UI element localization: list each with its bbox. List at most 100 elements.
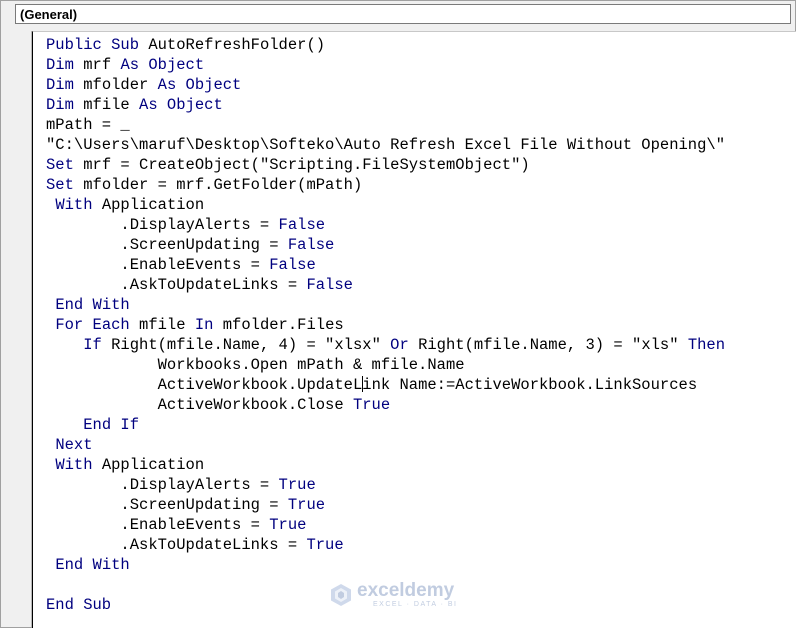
code-line[interactable]: mPath = _	[46, 115, 725, 135]
code-keyword: True	[278, 476, 316, 494]
code-token: mrf = CreateObject("Scripting.FileSystem…	[83, 156, 530, 174]
code-keyword: As Object	[120, 56, 205, 74]
code-token: "C:\Users\maruf\Desktop\Softeko\Auto Ref…	[46, 136, 726, 154]
code-keyword: As Object	[157, 76, 242, 94]
code-keyword: False	[269, 256, 316, 274]
code-token: .AskToUpdateLinks =	[46, 536, 307, 554]
code-line[interactable]: .AskToUpdateLinks = True	[46, 535, 725, 555]
code-keyword: In	[194, 316, 223, 334]
code-token: .AskToUpdateLinks =	[46, 276, 307, 294]
code-line[interactable]: With Application	[46, 455, 725, 475]
code-line[interactable]: End With	[46, 555, 725, 575]
code-token: Workbooks.Open mPath & mfile.Name	[46, 356, 465, 374]
code-keyword: False	[278, 216, 326, 234]
code-keyword: False	[306, 276, 353, 294]
code-token: mfile	[83, 96, 140, 114]
margin-indicator-bar[interactable]	[7, 31, 32, 627]
code-line[interactable]: .ScreenUpdating = False	[46, 235, 725, 255]
code-keyword: True	[287, 496, 326, 514]
code-token: Application	[101, 196, 205, 214]
code-keyword: Dim	[46, 56, 84, 74]
code-editor[interactable]: Public Sub AutoRefreshFolder() Dim mrf As…	[32, 31, 796, 628]
code-keyword: Dim	[46, 96, 84, 114]
code-line[interactable]: .DisplayAlerts = True	[46, 475, 725, 495]
code-line[interactable]: .DisplayAlerts = False	[46, 215, 725, 235]
code-token: mPath = _	[46, 116, 130, 134]
code-keyword: End With	[55, 556, 130, 574]
code-keyword: Next	[55, 436, 93, 454]
code-line[interactable]: If Right(mfile.Name, 4) = "xlsx" Or Righ…	[46, 335, 725, 355]
code-line[interactable]: Set mfolder = mrf.GetFolder(mPath)	[46, 175, 725, 195]
code-token: ink Name:=ActiveWorkbook.LinkSources	[362, 376, 698, 394]
code-line[interactable]: ActiveWorkbook.UpdateLink Name:=ActiveWo…	[46, 375, 725, 395]
code-keyword: False	[287, 236, 335, 254]
code-keyword: Dim	[46, 76, 84, 94]
code-line[interactable]: For Each mfile In mfolder.Files	[46, 315, 725, 335]
code-token: .EnableEvents =	[46, 256, 270, 274]
code-line[interactable]: Workbooks.Open mPath & mfile.Name	[46, 355, 725, 375]
code-line[interactable]: Public Sub AutoRefreshFolder()	[46, 35, 725, 55]
code-line[interactable]: .AskToUpdateLinks = False	[46, 275, 725, 295]
code-keyword: Set	[46, 176, 84, 194]
code-line[interactable]: ActiveWorkbook.Close True	[46, 395, 725, 415]
code-line[interactable]: End If	[46, 415, 725, 435]
object-dropdown-value: (General)	[20, 7, 78, 22]
code-keyword: With	[55, 196, 102, 214]
watermark: exceldemy EXCEL · DATA · BI	[329, 581, 458, 609]
code-keyword: If	[83, 336, 112, 354]
code-keyword: Set	[46, 156, 84, 174]
code-token: mfolder = mrf.GetFolder(mPath)	[83, 176, 363, 194]
code-text[interactable]: Public Sub AutoRefreshFolder() Dim mrf As…	[46, 35, 725, 615]
code-line[interactable]: With Application	[46, 195, 725, 215]
object-dropdown[interactable]: (General)	[15, 4, 791, 24]
code-token: ActiveWorkbook.UpdateL	[46, 376, 363, 394]
code-keyword: For Each	[55, 316, 140, 334]
watermark-tagline: EXCEL · DATA · BI	[373, 601, 458, 608]
code-line[interactable]: Dim mfolder As Object	[46, 75, 725, 95]
code-line[interactable]: .ScreenUpdating = True	[46, 495, 725, 515]
watermark-name: exceldemy	[357, 580, 455, 601]
code-line[interactable]: Next	[46, 435, 725, 455]
code-token: Right(mfile.Name, 3) = "xls"	[418, 336, 688, 354]
code-keyword: With	[55, 456, 102, 474]
code-keyword: End With	[55, 296, 130, 314]
exceldemy-logo-icon	[331, 584, 351, 606]
vba-code-window: (General) Public Sub AutoRefreshFolder()…	[0, 0, 796, 628]
code-line[interactable]: .EnableEvents = True	[46, 515, 725, 535]
code-token: mfolder.Files	[222, 316, 344, 334]
code-keyword: True	[352, 396, 391, 414]
code-keyword: True	[269, 516, 307, 534]
code-token: AutoRefreshFolder()	[148, 36, 326, 54]
code-token: ActiveWorkbook.Close	[46, 396, 353, 414]
code-keyword: End Sub	[46, 596, 112, 614]
code-token: Application	[101, 456, 205, 474]
code-line[interactable]: End With	[46, 295, 725, 315]
code-line[interactable]: Dim mfile As Object	[46, 95, 725, 115]
code-token: .EnableEvents =	[46, 516, 270, 534]
code-line[interactable]: Set mrf = CreateObject("Scripting.FileSy…	[46, 155, 725, 175]
code-token: mrf	[83, 56, 121, 74]
code-token: mfile	[139, 316, 195, 334]
code-token: .ScreenUpdating =	[46, 236, 288, 254]
code-keyword: As Object	[139, 96, 223, 114]
code-keyword: End If	[83, 416, 140, 434]
code-line[interactable]: "C:\Users\maruf\Desktop\Softeko\Auto Ref…	[46, 135, 725, 155]
code-keyword: True	[306, 536, 344, 554]
code-token: Right(mfile.Name, 4) = "xlsx"	[111, 336, 391, 354]
code-keyword: Public Sub	[46, 36, 149, 54]
code-token: .DisplayAlerts =	[46, 476, 279, 494]
code-line[interactable]: Dim mrf As Object	[46, 55, 725, 75]
code-token: mfolder	[83, 76, 158, 94]
code-keyword: Or	[390, 336, 419, 354]
code-token: .DisplayAlerts =	[46, 216, 279, 234]
code-token: .ScreenUpdating =	[46, 496, 288, 514]
code-line[interactable]: .EnableEvents = False	[46, 255, 725, 275]
